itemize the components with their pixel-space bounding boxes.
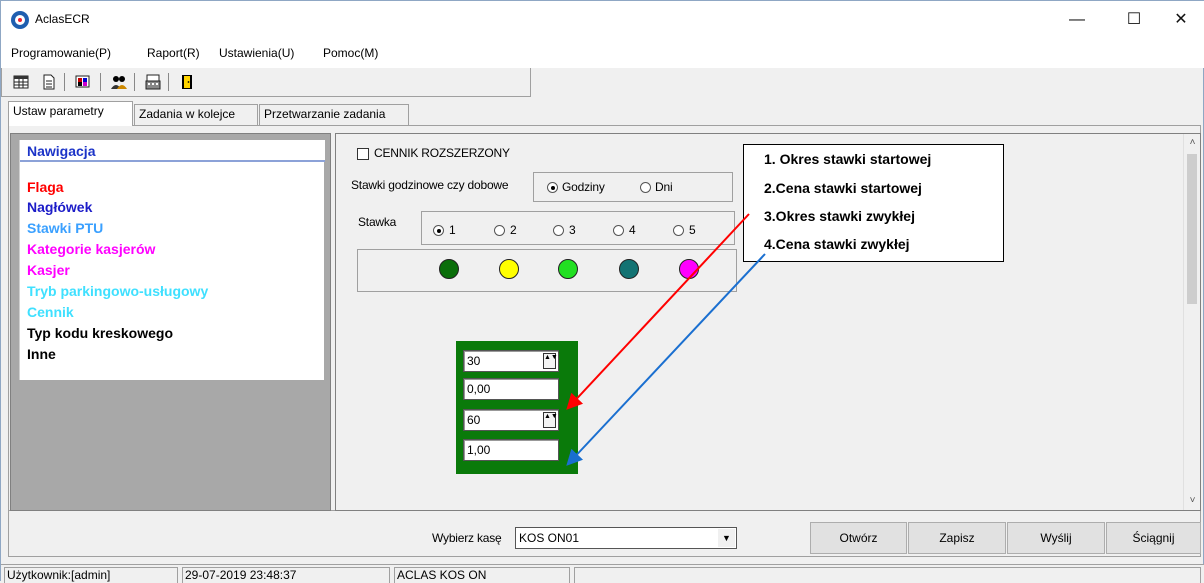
status-bar: Użytkownik:[admin] 29-07-2019 23:48:37 A… — [1, 564, 1204, 583]
scroll-thumb[interactable] — [1187, 154, 1197, 304]
rate-4-label: 4 — [629, 223, 636, 237]
register-select-label: Wybierz kasę — [432, 531, 502, 545]
nav-item-flaga[interactable]: Flaga — [27, 179, 64, 195]
rate-mode-label: Stawki godzinowe czy dobowe — [351, 178, 509, 192]
title-bar: AclasECR — ☐ ✕ — [1, 1, 1204, 38]
start-price-value: 0,00 — [467, 382, 491, 396]
rate-mode-hours-radio[interactable] — [547, 182, 558, 193]
nav-item-kasjer[interactable]: Kasjer — [27, 262, 70, 278]
scroll-up-icon[interactable]: ˄ — [1184, 134, 1201, 151]
color-palette-icon[interactable] — [74, 73, 92, 91]
cash-register-icon[interactable] — [144, 73, 162, 91]
regular-period-spin-icon[interactable]: ▲▼ — [543, 412, 558, 428]
rate-1-label: 1 — [449, 223, 456, 237]
callout-line-4: 4.Cena stawki zwykłej — [764, 236, 910, 252]
nav-item-tryb-parkingowo-uslugowy[interactable]: Tryb parkingowo-usługowy — [27, 283, 208, 299]
rate-fields-panel: 30 ▲▼ 0,00 60 ▲▼ 1,00 — [456, 341, 578, 474]
annotation-callout: 1. Okres stawki startowej 2.Cena stawki … — [743, 144, 1004, 262]
regular-period-spinner[interactable]: 60 ▲▼ — [463, 409, 559, 431]
rate-3-label: 3 — [569, 223, 576, 237]
callout-line-3: 3.Okres stawki zwykłej — [764, 208, 915, 224]
callout-line-1: 1. Okres stawki startowej — [764, 151, 932, 167]
menu-ustawienia[interactable]: Ustawienia(U) — [219, 46, 294, 60]
nav-item-naglowek[interactable]: Nagłówek — [27, 199, 92, 215]
callout-line-2: 2.Cena stawki startowej — [764, 180, 922, 196]
regular-price-field[interactable]: 1,00 — [463, 439, 559, 461]
send-button[interactable]: Wyślij — [1007, 522, 1105, 554]
chevron-down-icon[interactable]: ▼ — [718, 529, 735, 547]
regular-period-value: 60 — [467, 413, 481, 427]
extended-pricelist-checkbox[interactable] — [357, 148, 369, 160]
rate-mode-days-label: Dni — [655, 180, 673, 194]
toolbar — [1, 68, 531, 97]
rate-5-label: 5 — [689, 223, 696, 237]
nav-item-typ-kodu-kreskowego[interactable]: Typ kodu kreskowego — [27, 325, 173, 341]
tab-zadania-w-kolejce[interactable]: Zadania w kolejce — [134, 104, 258, 125]
register-select[interactable]: KOS ON01 ▼ — [515, 527, 737, 549]
tab-ustaw-parametry[interactable]: Ustaw parametry — [8, 101, 133, 126]
rate-5-radio[interactable] — [673, 225, 684, 236]
download-button[interactable]: Ściągnij — [1106, 522, 1201, 554]
table-icon[interactable] — [12, 73, 30, 91]
exit-door-icon[interactable] — [178, 73, 196, 91]
menu-raport[interactable]: Raport(R) — [147, 46, 200, 60]
vertical-scrollbar[interactable]: ˄ ˅ — [1183, 134, 1200, 510]
start-price-field[interactable]: 0,00 — [463, 378, 559, 400]
window-title: AclasECR — [35, 12, 90, 26]
start-period-spinner[interactable]: 30 ▲▼ — [463, 350, 559, 372]
nav-item-stawki-ptu[interactable]: Stawki PTU — [27, 220, 103, 236]
app-window: AclasECR — ☐ ✕ Programowanie(P) Raport(R… — [0, 0, 1204, 583]
close-button[interactable]: ✕ — [1158, 1, 1204, 38]
rate-2-color-indicator — [499, 259, 519, 279]
rate-1-color-indicator — [439, 259, 459, 279]
rate-2-radio[interactable] — [494, 225, 505, 236]
register-select-value: KOS ON01 — [519, 531, 580, 545]
menu-pomoc[interactable]: Pomoc(M) — [323, 46, 378, 60]
rate-1-radio[interactable] — [433, 225, 444, 236]
rate-mode-days-radio[interactable] — [640, 182, 651, 193]
rate-4-radio[interactable] — [613, 225, 624, 236]
start-period-spin-icon[interactable]: ▲▼ — [543, 353, 558, 369]
app-logo-icon — [11, 11, 29, 29]
rate-3-radio[interactable] — [553, 225, 564, 236]
minimize-button[interactable]: — — [1054, 1, 1100, 38]
rate-mode-hours-label: Godziny — [562, 180, 605, 194]
document-icon[interactable] — [40, 73, 58, 91]
menu-bar: Programowanie(P) Raport(R) Ustawienia(U)… — [1, 38, 1204, 68]
rate-2-label: 2 — [510, 223, 517, 237]
start-period-value: 30 — [467, 354, 481, 368]
nav-item-cennik[interactable]: Cennik — [27, 304, 74, 320]
nav-item-kategorie-kasjerow[interactable]: Kategorie kasjerów — [27, 241, 155, 257]
rate-label: Stawka — [358, 215, 397, 229]
nav-item-inne[interactable]: Inne — [27, 346, 56, 362]
regular-price-value: 1,00 — [467, 443, 491, 457]
users-icon[interactable] — [110, 73, 128, 91]
rate-4-color-indicator — [619, 259, 639, 279]
rate-5-color-indicator — [679, 259, 699, 279]
navigation-list: Nawigacja Flaga Nagłówek Stawki PTU Kate… — [19, 140, 325, 380]
tab-przetwarzanie-zadania[interactable]: Przetwarzanie zadania — [259, 104, 409, 125]
menu-programowanie[interactable]: Programowanie(P) — [11, 46, 111, 60]
navigation-header: Nawigacja — [20, 140, 325, 162]
rate-group — [421, 211, 735, 245]
extended-pricelist-label: CENNIK ROZSZERZONY — [374, 146, 510, 160]
navigation-panel: Nawigacja Flaga Nagłówek Stawki PTU Kate… — [10, 133, 331, 511]
maximize-button[interactable]: ☐ — [1111, 1, 1157, 38]
save-button[interactable]: Zapisz — [908, 522, 1006, 554]
rate-3-color-indicator — [558, 259, 578, 279]
open-button[interactable]: Otwórz — [810, 522, 907, 554]
scroll-down-icon[interactable]: ˅ — [1184, 492, 1201, 509]
